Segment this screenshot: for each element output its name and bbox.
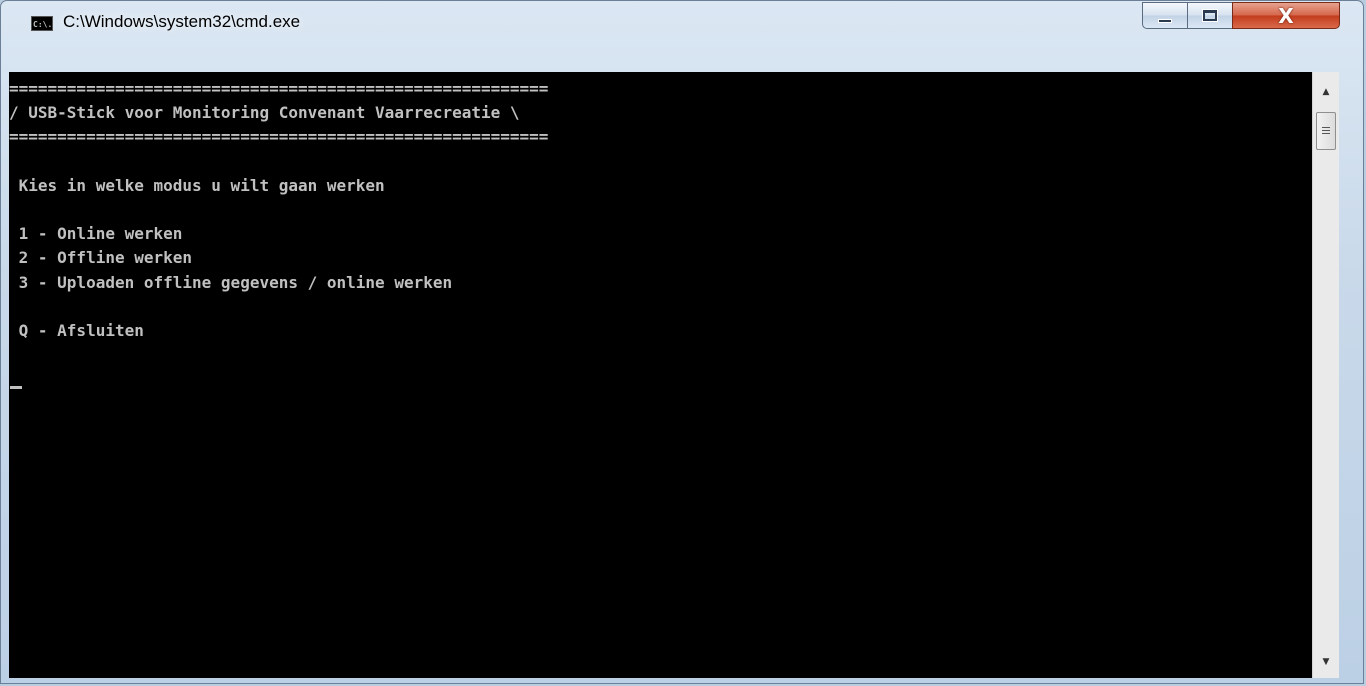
- console-text: ========================================…: [9, 77, 548, 343]
- cmd-window: C:\. C:\Windows\system32\cmd.exe X =====…: [0, 0, 1364, 684]
- grip-icon: [1322, 126, 1330, 136]
- console-line: 3 - Uploaden offline gegevens / online w…: [9, 272, 453, 292]
- scroll-thumb[interactable]: [1316, 112, 1336, 150]
- close-button[interactable]: X: [1232, 2, 1340, 29]
- minimize-button[interactable]: [1142, 2, 1188, 29]
- console-line: ========================================…: [9, 127, 549, 147]
- minimize-icon: [1158, 18, 1172, 23]
- console-line: / USB-Stick voor Monitoring Convenant Va…: [9, 103, 520, 123]
- console-app-icon[interactable]: C:\.: [31, 16, 53, 31]
- vertical-scrollbar[interactable]: ▲ ▼: [1312, 72, 1339, 678]
- maximize-button[interactable]: [1187, 2, 1233, 29]
- console-line: Kies in welke modus u wilt gaan werken: [9, 175, 385, 195]
- console-line: ========================================…: [9, 79, 549, 98]
- scroll-up-arrow-icon[interactable]: ▲: [1313, 80, 1339, 104]
- maximize-icon: [1202, 9, 1218, 22]
- console-output[interactable]: ========================================…: [9, 72, 1312, 678]
- window-title: C:\Windows\system32\cmd.exe: [63, 12, 301, 31]
- close-icon: X: [1278, 3, 1294, 28]
- text-cursor: [10, 386, 22, 389]
- console-line: Q - Afsluiten: [9, 321, 144, 341]
- console-line: 1 - Online werken: [9, 224, 183, 244]
- console-line: 2 - Offline werken: [9, 248, 193, 268]
- scroll-down-arrow-icon[interactable]: ▼: [1313, 650, 1339, 674]
- title-bar[interactable]: C:\. C:\Windows\system32\cmd.exe X: [1, 1, 1363, 37]
